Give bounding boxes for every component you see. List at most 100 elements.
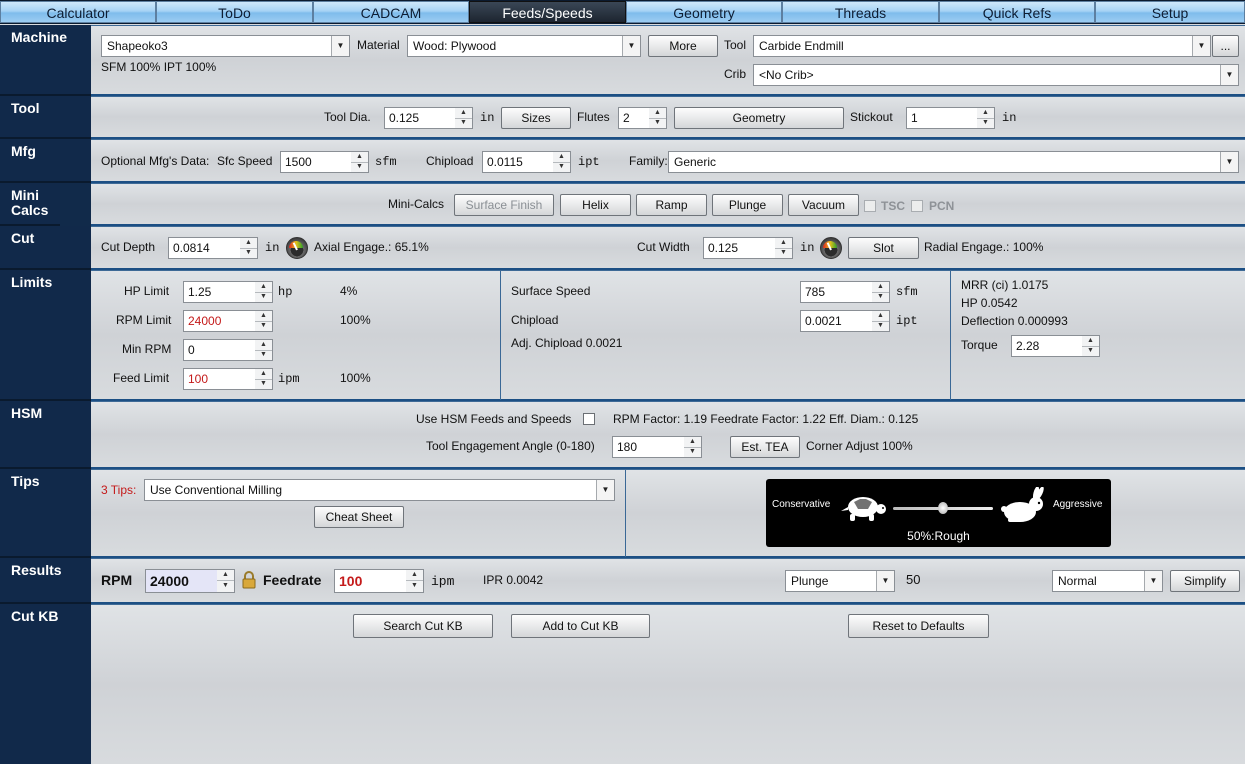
surface-speed-input[interactable]: 785 xyxy=(800,281,873,303)
reset-to-defaults-button[interactable]: Reset to Defaults xyxy=(848,614,989,638)
sfc-speed-spinner[interactable]: ▲ ▼ xyxy=(351,151,369,173)
min-rpm-spinner[interactable]: ▲ ▼ xyxy=(255,339,273,361)
use-hsm-checkbox[interactable] xyxy=(583,413,595,425)
radial-gauge-icon[interactable] xyxy=(820,237,842,259)
limits-chipload-input[interactable]: 0.0021 xyxy=(800,310,873,332)
lock-icon[interactable] xyxy=(242,571,256,589)
geometry-button[interactable]: Geometry xyxy=(674,107,844,129)
mfg-chipload-input[interactable]: 0.0115 xyxy=(482,151,554,173)
hp-limit-spinner[interactable]: ▲ ▼ xyxy=(255,281,273,303)
cut-width-spinner[interactable]: ▲ ▼ xyxy=(775,237,793,259)
tea-input[interactable]: 180 xyxy=(612,436,685,458)
stickout-input[interactable]: 1 xyxy=(906,107,978,129)
aggressiveness-slider-thumb[interactable] xyxy=(938,502,948,514)
simplify-button[interactable]: Simplify xyxy=(1170,570,1240,592)
results-rpm-spinner[interactable]: ▲ ▼ xyxy=(217,569,235,593)
limits-chipload-unit: ipt xyxy=(896,314,918,328)
sfc-speed-unit: sfm xyxy=(375,155,397,169)
hp-limit-input[interactable]: 1.25 xyxy=(183,281,256,303)
tab-quick-refs[interactable]: Quick Refs xyxy=(939,1,1095,23)
rpm-limit-label: RPM Limit xyxy=(116,313,172,327)
surface-speed-spinner[interactable]: ▲ ▼ xyxy=(872,281,890,303)
material-select[interactable]: Wood: Plywood ▼ xyxy=(407,35,641,57)
add-to-cut-kb-button[interactable]: Add to Cut KB xyxy=(511,614,650,638)
tab-cadcam[interactable]: CADCAM xyxy=(313,1,469,23)
hp-limit-percent: 4% xyxy=(340,284,358,298)
results-feedrate-input[interactable]: 100 xyxy=(334,569,407,593)
material-label: Material xyxy=(357,38,400,52)
section-machine-label: Machine xyxy=(0,25,91,96)
tool-dia-input[interactable]: 0.125 xyxy=(384,107,456,129)
pcn-checkbox[interactable] xyxy=(911,200,923,212)
vacuum-button[interactable]: Vacuum xyxy=(788,194,859,216)
chevron-down-icon: ▼ xyxy=(622,36,640,56)
limits-chipload-spinner[interactable]: ▲ ▼ xyxy=(872,310,890,332)
chevron-down-icon: ▼ xyxy=(1220,152,1238,172)
cut-depth-input[interactable]: 0.0814 xyxy=(168,237,241,259)
aggressiveness-readout: 50%:Rough xyxy=(907,529,970,543)
hsm-factors-readout: RPM Factor: 1.19 Feedrate Factor: 1.22 E… xyxy=(613,412,919,426)
tab-geometry[interactable]: Geometry xyxy=(626,1,782,23)
torque-spinner[interactable]: ▲ ▼ xyxy=(1082,335,1100,357)
flutes-spinner[interactable]: ▲ ▼ xyxy=(649,107,667,129)
ramp-button[interactable]: Ramp xyxy=(636,194,707,216)
tsc-checkbox[interactable] xyxy=(864,200,876,212)
search-cut-kb-button[interactable]: Search Cut KB xyxy=(353,614,493,638)
tab-todo[interactable]: ToDo xyxy=(156,1,313,23)
helix-button[interactable]: Helix xyxy=(560,194,631,216)
plunge-button[interactable]: Plunge xyxy=(712,194,783,216)
cut-depth-unit: in xyxy=(265,241,280,255)
plunge-select[interactable]: Plunge ▼ xyxy=(785,570,895,592)
results-rpm-input[interactable]: 24000 xyxy=(145,569,218,593)
sizes-button[interactable]: Sizes xyxy=(501,107,571,129)
tea-spinner[interactable]: ▲ ▼ xyxy=(684,436,702,458)
chevron-down-icon: ▼ xyxy=(1192,36,1210,56)
feed-limit-input[interactable]: 100 xyxy=(183,368,256,390)
results-feedrate-spinner[interactable]: ▲ ▼ xyxy=(406,569,424,593)
tips-select[interactable]: Use Conventional Milling ▼ xyxy=(144,479,615,501)
plunge-number: 50 xyxy=(906,572,921,587)
mode-select[interactable]: Normal ▼ xyxy=(1052,570,1163,592)
tab-threads[interactable]: Threads xyxy=(782,1,939,23)
tool-select-value: Carbide Endmill xyxy=(759,39,844,53)
tab-calculator[interactable]: Calculator xyxy=(0,1,156,23)
crib-select[interactable]: <No Crib> ▼ xyxy=(753,64,1239,86)
slot-button[interactable]: Slot xyxy=(848,237,919,259)
family-select-value: Generic xyxy=(674,155,717,169)
est-tea-button[interactable]: Est. TEA xyxy=(730,436,800,458)
rpm-limit-input[interactable]: 24000 xyxy=(183,310,256,332)
rpm-limit-spinner[interactable]: ▲ ▼ xyxy=(255,310,273,332)
machine-select[interactable]: Shapeoko3 ▼ xyxy=(101,35,350,57)
axial-gauge-icon[interactable] xyxy=(286,237,308,259)
more-button[interactable]: More xyxy=(648,35,718,57)
torque-input[interactable]: 2.28 xyxy=(1011,335,1083,357)
tab-setup[interactable]: Setup xyxy=(1095,1,1245,23)
family-select[interactable]: Generic ▼ xyxy=(668,151,1239,173)
min-rpm-input[interactable]: 0 xyxy=(183,339,256,361)
surface-speed-label: Surface Speed xyxy=(511,284,591,298)
stickout-spinner[interactable]: ▲ ▼ xyxy=(977,107,995,129)
cut-depth-spinner[interactable]: ▲ ▼ xyxy=(240,237,258,259)
cut-width-input[interactable]: 0.125 xyxy=(703,237,776,259)
chevron-down-icon: ▼ xyxy=(596,480,614,500)
tool-browse-button[interactable]: ... xyxy=(1212,35,1239,57)
surface-finish-button[interactable]: Surface Finish xyxy=(454,194,554,216)
sfc-speed-input[interactable]: 1500 xyxy=(280,151,352,173)
cheat-sheet-button[interactable]: Cheat Sheet xyxy=(314,506,404,528)
tool-dia-spinner[interactable]: ▲ ▼ xyxy=(455,107,473,129)
tool-select[interactable]: Carbide Endmill ▼ xyxy=(753,35,1211,57)
limits-chipload-label: Chipload xyxy=(511,313,559,327)
tool-dia-label: Tool Dia. xyxy=(324,110,371,124)
mfg-chipload-spinner[interactable]: ▲ ▼ xyxy=(553,151,571,173)
aggressiveness-panel: Conservative Aggressive 50%:Rough xyxy=(766,479,1111,547)
tab-feeds-speeds[interactable]: Feeds/Speeds xyxy=(469,1,626,23)
rabbit-icon xyxy=(1001,487,1044,522)
crib-label: Crib xyxy=(724,67,747,81)
feed-limit-spinner[interactable]: ▲ ▼ xyxy=(255,368,273,390)
mode-select-value: Normal xyxy=(1058,574,1097,588)
section-results-label: Results xyxy=(0,558,91,604)
deflection-readout: Deflection 0.000993 xyxy=(961,314,1068,328)
chevron-down-icon: ▼ xyxy=(876,571,894,591)
use-hsm-label: Use HSM Feeds and Speeds xyxy=(416,412,572,426)
flutes-input[interactable]: 2 xyxy=(618,107,650,129)
